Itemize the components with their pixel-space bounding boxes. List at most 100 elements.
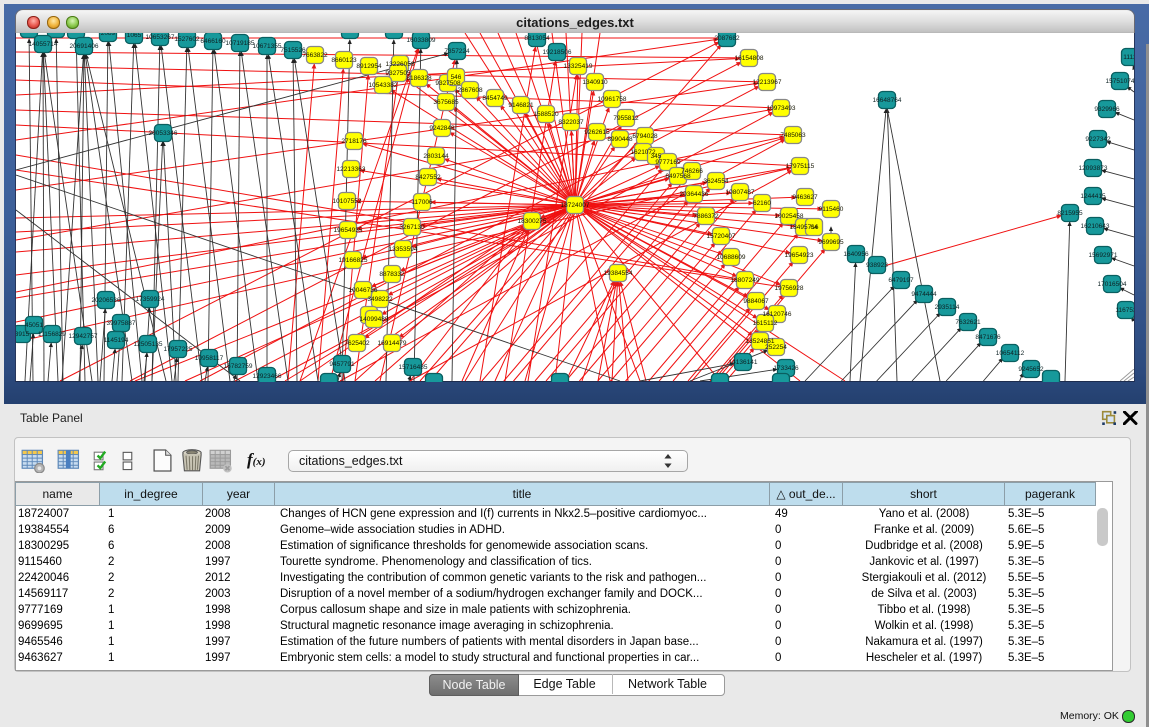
svg-text:1733426: 1733426 <box>773 365 799 372</box>
svg-text:18807249: 18807249 <box>731 277 760 284</box>
svg-text:14099489: 14099489 <box>360 316 389 323</box>
svg-text:10958117: 10958117 <box>195 355 224 362</box>
svg-text:17957225: 17957225 <box>164 346 193 353</box>
svg-text:10973493: 10973493 <box>767 105 796 112</box>
svg-text:15720407: 15720407 <box>707 233 736 240</box>
svg-text:10653267: 10653267 <box>146 34 175 41</box>
svg-text:9884067: 9884067 <box>743 298 769 305</box>
svg-text:1640956: 1640956 <box>843 251 869 258</box>
svg-text:1527602: 1527602 <box>174 36 200 43</box>
svg-text:6466160: 6466160 <box>200 38 226 45</box>
svg-text:8454749: 8454749 <box>482 95 508 102</box>
svg-text:12505135: 12505135 <box>134 341 163 348</box>
svg-text:2867608: 2867608 <box>457 87 483 94</box>
svg-text:9146821: 9146821 <box>508 102 534 109</box>
svg-text:7663822: 7663822 <box>302 52 328 59</box>
svg-text:8878332: 8878332 <box>379 271 405 278</box>
svg-text:9242848: 9242848 <box>429 125 455 132</box>
svg-text:7955812: 7955812 <box>613 115 639 122</box>
svg-text:3624554: 3624554 <box>703 178 729 185</box>
svg-text:10961758: 10961758 <box>598 96 627 103</box>
svg-text:7632621: 7632621 <box>955 319 981 326</box>
svg-text:20053346: 20053346 <box>149 130 178 137</box>
svg-text:16914479: 16914479 <box>378 340 407 347</box>
svg-text:2803144: 2803144 <box>423 153 449 160</box>
svg-text:19384554: 19384554 <box>604 270 633 277</box>
svg-text:7886372: 7886372 <box>693 213 719 220</box>
svg-text:3498222: 3498222 <box>367 296 393 303</box>
svg-text:20206536: 20206536 <box>92 297 121 304</box>
svg-text:10719185: 10719185 <box>226 40 255 47</box>
svg-text:9457791: 9457791 <box>329 361 355 368</box>
svg-text:1588520: 1588520 <box>533 111 559 118</box>
svg-text:746266: 746266 <box>681 168 703 175</box>
svg-text:9227342: 9227342 <box>1085 136 1111 143</box>
svg-text:14055714: 14055714 <box>29 41 58 48</box>
svg-text:8186328: 8186328 <box>406 75 432 82</box>
svg-text:16782759: 16782759 <box>224 363 253 370</box>
svg-text:2935114: 2935114 <box>935 304 960 311</box>
svg-text:9245652: 9245652 <box>1018 366 1044 373</box>
svg-text:16033809: 16033809 <box>407 37 436 44</box>
svg-text:252254: 252254 <box>765 344 787 351</box>
svg-text:19654923: 19654923 <box>785 252 814 259</box>
svg-text:1244415: 1244415 <box>1080 193 1106 200</box>
svg-text:12213363: 12213363 <box>337 166 366 173</box>
svg-text:20364436: 20364436 <box>680 191 709 198</box>
svg-text:10107552: 10107552 <box>333 198 362 205</box>
svg-text:16210643: 16210643 <box>1081 223 1110 230</box>
svg-text:8990448: 8990448 <box>607 136 633 143</box>
svg-text:3675685: 3675685 <box>433 99 459 106</box>
svg-text:19756928: 19756928 <box>775 285 804 292</box>
svg-text:8427552: 8427552 <box>415 174 441 181</box>
svg-text:15716485: 15716485 <box>399 364 428 371</box>
svg-text:6794028: 6794028 <box>632 133 658 140</box>
svg-text:16154808: 16154808 <box>735 55 764 62</box>
svg-text:12213967: 12213967 <box>753 79 782 86</box>
svg-text:117006: 117006 <box>411 199 433 206</box>
svg-text:6479197: 6479197 <box>888 277 914 284</box>
svg-text:116753: 116753 <box>1115 307 1134 314</box>
svg-text:45051: 45051 <box>25 322 43 329</box>
svg-text:1112: 1112 <box>1123 54 1134 61</box>
svg-text:1065: 1065 <box>127 33 142 39</box>
svg-text:18300275: 18300275 <box>518 218 547 225</box>
svg-text:15692971: 15692971 <box>1089 252 1118 259</box>
svg-text:14136141: 14136141 <box>729 359 758 366</box>
svg-text:10654112: 10654112 <box>996 350 1025 357</box>
svg-text:19166825: 19166825 <box>339 257 368 264</box>
svg-text:19218506: 19218506 <box>543 49 572 56</box>
svg-text:18724007: 18724007 <box>561 202 590 209</box>
svg-text:9463627: 9463627 <box>792 194 818 201</box>
svg-text:12923466: 12923466 <box>253 373 282 380</box>
svg-text:17359924: 17359924 <box>136 296 165 303</box>
svg-text:10046736: 10046736 <box>349 287 378 294</box>
svg-text:12942757: 12942757 <box>69 333 98 340</box>
svg-text:9474444: 9474444 <box>911 291 937 298</box>
svg-text:3915: 3915 <box>16 331 30 338</box>
svg-text:1340910: 1340910 <box>582 79 608 86</box>
svg-text:15751074: 15751074 <box>1106 78 1134 85</box>
svg-text:546: 546 <box>451 74 462 81</box>
svg-text:10688609: 10688609 <box>717 254 746 261</box>
svg-text:1145194: 1145194 <box>104 337 129 344</box>
svg-text:938923: 938923 <box>866 262 888 269</box>
svg-text:7485063: 7485063 <box>780 132 806 139</box>
svg-text:8322037: 8322037 <box>558 119 584 126</box>
svg-text:8813054: 8813054 <box>524 35 550 42</box>
svg-text:10671355: 10671355 <box>253 43 282 50</box>
svg-text:8660123: 8660123 <box>331 57 357 64</box>
svg-text:10543382: 10543382 <box>369 82 398 89</box>
svg-text:7357224: 7357224 <box>444 48 470 55</box>
svg-text:9699695: 9699695 <box>818 239 844 246</box>
svg-text:2089: 2089 <box>101 33 116 37</box>
svg-text:10807487: 10807487 <box>726 189 755 196</box>
svg-text:64: 64 <box>810 224 818 231</box>
svg-text:17975115: 17975115 <box>786 163 815 170</box>
svg-text:11156829: 11156829 <box>38 331 66 338</box>
svg-text:10025458: 10025458 <box>775 213 804 220</box>
svg-text:3267130: 3267130 <box>399 224 425 231</box>
svg-text:2718176: 2718176 <box>341 138 367 145</box>
svg-text:20691406: 20691406 <box>70 43 99 50</box>
svg-text:16648764: 16648764 <box>873 97 902 104</box>
